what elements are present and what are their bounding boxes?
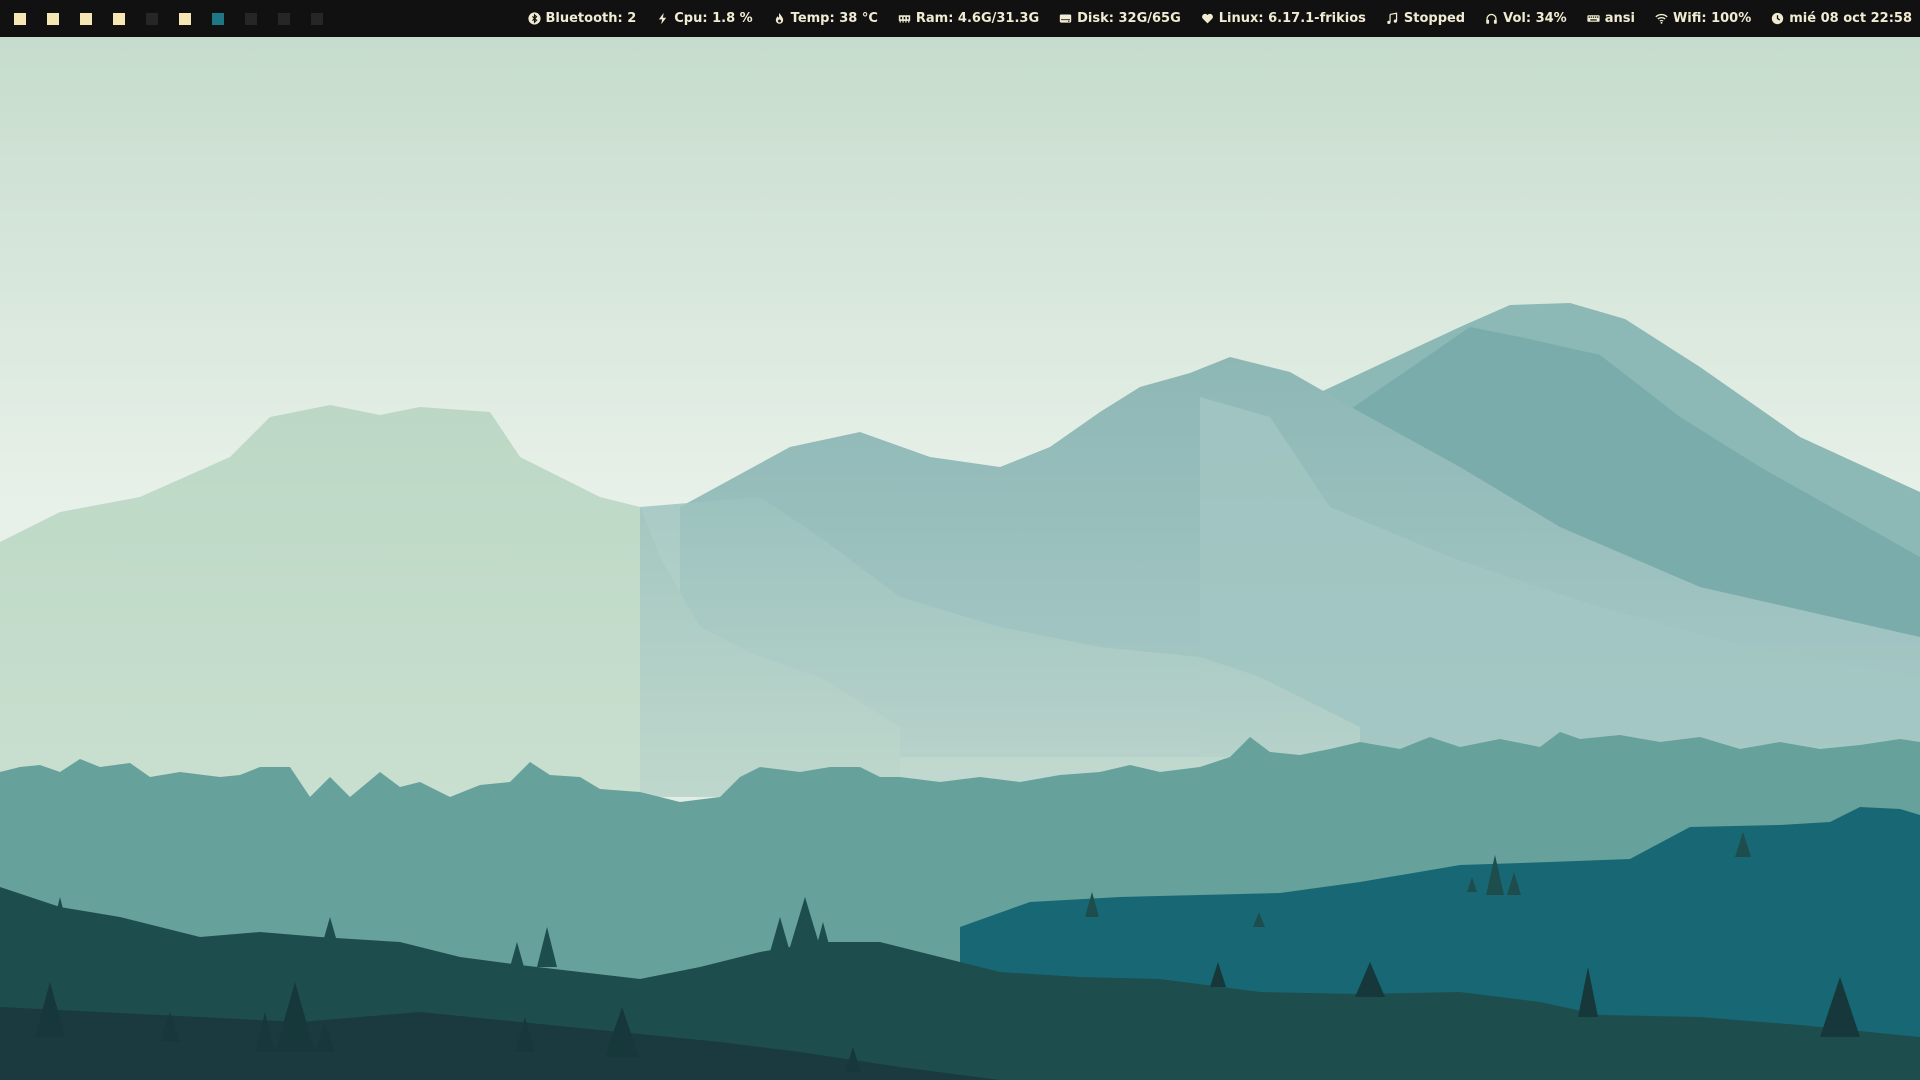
flame-icon <box>773 12 786 25</box>
workspace-6-button[interactable] <box>179 12 191 25</box>
clock-label: mié 08 oct 22:58 <box>1789 11 1912 26</box>
heart-icon <box>1201 12 1214 25</box>
wifi-module[interactable]: Wifi: 100% <box>1655 11 1751 26</box>
music-status-label: Stopped <box>1403 11 1466 26</box>
disk-label: Disk: 32G/65G <box>1077 11 1181 26</box>
workspace-3-button[interactable] <box>80 12 92 25</box>
hard-drive-icon <box>1059 12 1072 25</box>
volume-module[interactable]: Vol: 34% <box>1485 11 1567 26</box>
music-note-icon <box>1386 12 1399 25</box>
workspace-switcher <box>14 12 323 25</box>
kernel-module[interactable]: Linux: 6.17.1-frikios <box>1201 11 1366 26</box>
ram-module[interactable]: Ram: 4.6G/31.3G <box>898 11 1039 26</box>
cpu-label: Cpu: 1.8 % <box>674 11 753 26</box>
workspace-8-button[interactable] <box>245 12 257 25</box>
memory-icon <box>898 12 911 25</box>
ram-label: Ram: 4.6G/31.3G <box>915 11 1040 26</box>
bluetooth-label: Bluetooth: 2 <box>545 11 637 26</box>
workspace-4-button[interactable] <box>113 12 125 25</box>
clock-icon <box>1771 12 1784 25</box>
workspace-1-button[interactable] <box>14 12 26 25</box>
cpu-module[interactable]: Cpu: 1.8 % <box>656 11 753 26</box>
wifi-label: Wifi: 100% <box>1672 11 1752 26</box>
workspace-9-button[interactable] <box>278 12 290 25</box>
workspace-5-button[interactable] <box>146 12 158 25</box>
workspace-2-button[interactable] <box>47 12 59 25</box>
headphones-icon <box>1485 12 1498 25</box>
workspace-10-button[interactable] <box>311 12 323 25</box>
clock-module[interactable]: mié 08 oct 22:58 <box>1771 11 1912 26</box>
volume-label: Vol: 34% <box>1503 11 1567 26</box>
bluetooth-icon <box>527 12 541 25</box>
wifi-icon <box>1655 12 1668 25</box>
bolt-icon <box>656 12 669 25</box>
kernel-label: Linux: 6.17.1-frikios <box>1218 11 1366 26</box>
temperature-module[interactable]: Temp: 38 °C <box>773 11 878 26</box>
status-modules: Bluetooth: 2 Cpu: 1.8 % Temp: 38 °C Ram:… <box>527 11 1912 26</box>
keyboard-icon <box>1587 12 1600 25</box>
music-module[interactable]: Stopped <box>1386 11 1465 26</box>
mountain-wallpaper <box>0 37 1920 1080</box>
disk-module[interactable]: Disk: 32G/65G <box>1059 11 1181 26</box>
keyboard-layout-label: ansi <box>1604 11 1635 26</box>
keyboard-layout-module[interactable]: ansi <box>1587 11 1635 26</box>
temperature-label: Temp: 38 °C <box>790 11 878 26</box>
workspace-7-button[interactable] <box>212 12 224 25</box>
bluetooth-module[interactable]: Bluetooth: 2 <box>527 11 637 26</box>
top-status-bar: Bluetooth: 2 Cpu: 1.8 % Temp: 38 °C Ram:… <box>0 0 1920 37</box>
